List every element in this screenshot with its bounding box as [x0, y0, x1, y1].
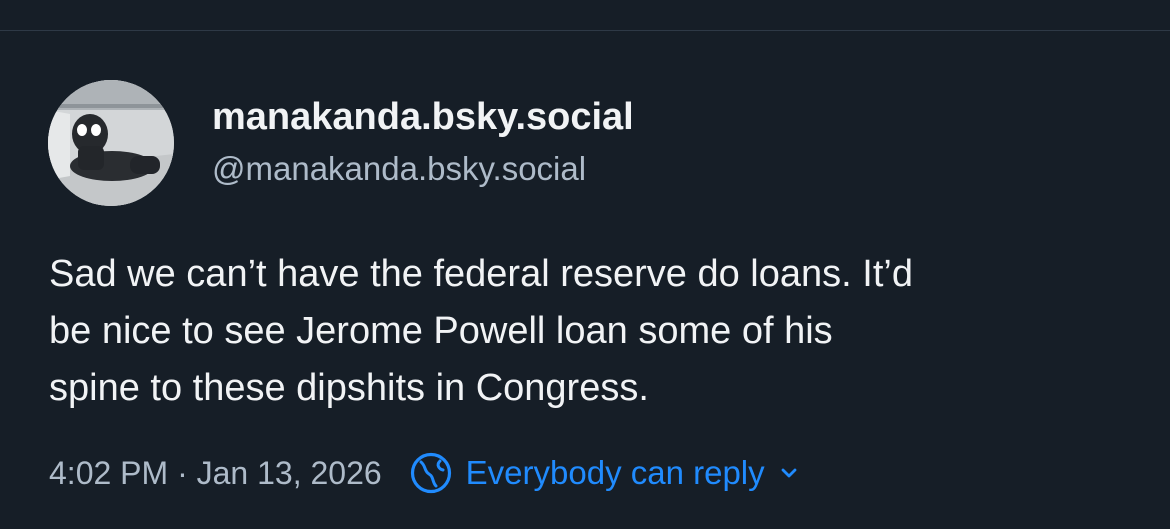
author-display-name[interactable]: manakanda.bsky.social [212, 96, 634, 139]
globe-icon [410, 452, 452, 494]
reply-setting-button[interactable]: Everybody can reply [410, 452, 799, 494]
post-text-line: spine to these dipshits in Congress. [49, 367, 649, 409]
reply-setting-label: Everybody can reply [465, 454, 765, 491]
post-text-line: Sad we can’t have the federal reserve do… [49, 253, 913, 295]
avatar-photo [48, 80, 174, 206]
post-timestamp[interactable]: 4:02 PM · Jan 13, 2026 [49, 455, 382, 492]
top-divider [0, 30, 1170, 31]
post-text: Sad we can’t have the federal reserve do… [49, 246, 1139, 417]
post-text-line: be nice to see Jerome Powell loan some o… [49, 310, 833, 352]
author-handle[interactable]: @manakanda.bsky.social [212, 150, 586, 188]
avatar[interactable] [48, 80, 174, 206]
post-meta-row: 4:02 PM · Jan 13, 2026 Everybody can rep… [49, 448, 799, 498]
chevron-down-icon [779, 463, 799, 483]
